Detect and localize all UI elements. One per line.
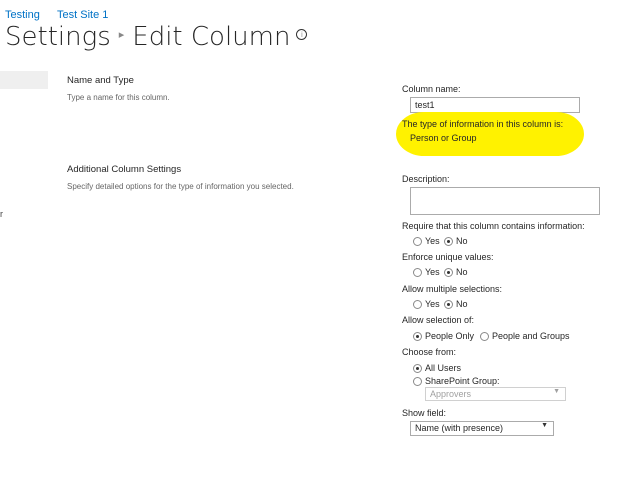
type-label: The type of information in this column i…: [402, 119, 564, 129]
breadcrumb-link-testing[interactable]: Testing: [5, 9, 40, 21]
breadcrumb-link-test-site[interactable]: Test Site 1: [57, 9, 108, 21]
sharepoint-group-label[interactable]: SharePoint Group:: [425, 376, 500, 386]
require-yes-radio[interactable]: [413, 237, 422, 246]
breadcrumb-separator-icon: ▸: [118, 28, 125, 41]
choose-from-label: Choose from:: [402, 347, 457, 357]
require-yes-label[interactable]: Yes: [425, 236, 440, 246]
page-title: Settings ▸ Edit Column i: [5, 22, 308, 52]
section-title-name-type: Name and Type: [67, 75, 134, 86]
all-users-radio[interactable]: [413, 364, 422, 373]
sharepoint-group-radio[interactable]: [413, 377, 422, 386]
unique-no-radio[interactable]: [444, 268, 453, 277]
show-field-select-value: Name (with presence): [415, 423, 504, 433]
left-nav-selected-item[interactable]: [0, 71, 48, 89]
section-desc-name-type: Type a name for this column.: [67, 93, 170, 102]
require-no-label[interactable]: No: [456, 236, 468, 246]
multiple-no-label[interactable]: No: [456, 299, 468, 309]
require-no-radio[interactable]: [444, 237, 453, 246]
breadcrumb: Testing Test Site 1: [0, 0, 200, 21]
people-groups-radio[interactable]: [480, 332, 489, 341]
require-label: Require that this column contains inform…: [402, 221, 585, 231]
multiple-yes-radio[interactable]: [413, 300, 422, 309]
unique-yes-label[interactable]: Yes: [425, 267, 440, 277]
multiple-label: Allow multiple selections:: [402, 284, 503, 294]
people-only-radio[interactable]: [413, 332, 422, 341]
section-title-additional: Additional Column Settings: [67, 164, 182, 175]
multiple-yes-label[interactable]: Yes: [425, 299, 440, 309]
show-field-select[interactable]: Name (with presence) ▼: [410, 421, 554, 436]
column-name-input[interactable]: [410, 97, 580, 113]
left-nav-partial-text: r: [0, 209, 3, 219]
type-value: Person or Group: [410, 133, 477, 143]
section-desc-additional: Specify detailed options for the type of…: [67, 182, 294, 191]
unique-no-label[interactable]: No: [456, 267, 468, 277]
multiple-no-radio[interactable]: [444, 300, 453, 309]
info-icon[interactable]: i: [296, 29, 308, 40]
all-users-label[interactable]: All Users: [425, 363, 461, 373]
unique-label: Enforce unique values:: [402, 252, 494, 262]
unique-yes-radio[interactable]: [413, 268, 422, 277]
allow-selection-label: Allow selection of:: [402, 315, 475, 325]
description-textarea[interactable]: [410, 187, 600, 215]
column-name-label: Column name:: [402, 84, 461, 94]
page-title-edit-column: Edit Column: [132, 22, 291, 52]
chevron-down-icon: ▼: [541, 422, 548, 429]
people-only-label[interactable]: People Only: [425, 331, 474, 341]
people-groups-label[interactable]: People and Groups: [492, 331, 570, 341]
sharepoint-group-select: Approvers ▼: [425, 387, 566, 401]
page-title-settings[interactable]: Settings: [5, 22, 111, 52]
sharepoint-group-select-value: Approvers: [430, 389, 472, 399]
description-label: Description:: [402, 174, 450, 184]
show-field-label: Show field:: [402, 408, 447, 418]
chevron-down-icon: ▼: [553, 388, 560, 395]
